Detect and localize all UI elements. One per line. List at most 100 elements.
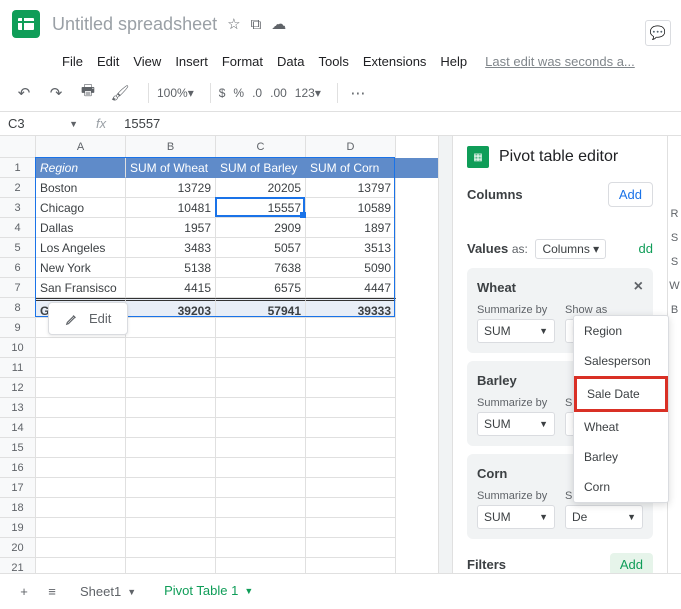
row-header[interactable]: 6 (0, 258, 36, 278)
row-header[interactable]: 9 (0, 318, 36, 338)
cell[interactable] (126, 458, 216, 478)
row-header[interactable]: 4 (0, 218, 36, 238)
cell[interactable] (216, 318, 306, 338)
cell[interactable]: 7638 (216, 258, 306, 278)
menu-format[interactable]: Format (222, 54, 263, 69)
add-sheet-button[interactable]: + (10, 578, 38, 606)
col-header-D[interactable]: D (306, 136, 396, 158)
cell[interactable]: 57941 (216, 298, 306, 318)
row-header[interactable]: 14 (0, 418, 36, 438)
format-percent[interactable]: % (233, 86, 244, 100)
cell[interactable]: SUM of Wheat (126, 158, 216, 178)
cell[interactable] (216, 458, 306, 478)
more-icon[interactable]: ⋯ (346, 81, 370, 105)
cell[interactable] (306, 538, 396, 558)
cell[interactable]: Chicago (36, 198, 126, 218)
cell[interactable]: 3513 (306, 238, 396, 258)
close-icon[interactable]: × (634, 278, 643, 296)
add-values-button[interactable]: dd (639, 241, 653, 256)
move-icon[interactable]: ⧉ (251, 16, 262, 33)
menu-file[interactable]: File (62, 54, 83, 69)
select-all-corner[interactable] (0, 136, 36, 158)
cell[interactable] (36, 418, 126, 438)
cell[interactable] (126, 438, 216, 458)
edit-flyout[interactable]: Edit (48, 302, 128, 335)
cell[interactable] (36, 338, 126, 358)
cell[interactable] (36, 478, 126, 498)
cell[interactable]: 13729 (126, 178, 216, 198)
values-mode-select[interactable]: Columns ▾ (535, 239, 606, 259)
cell[interactable] (306, 398, 396, 418)
field-option-barley[interactable]: Barley (574, 442, 668, 472)
menu-insert[interactable]: Insert (175, 54, 208, 69)
cell[interactable]: 15557 (216, 198, 306, 218)
cell[interactable] (306, 338, 396, 358)
row-header[interactable]: 19 (0, 518, 36, 538)
cell[interactable]: 13797 (306, 178, 396, 198)
row-header[interactable]: 15 (0, 438, 36, 458)
cell[interactable] (126, 478, 216, 498)
cell[interactable]: 2909 (216, 218, 306, 238)
row-header[interactable]: 20 (0, 538, 36, 558)
cell[interactable] (216, 538, 306, 558)
row-header[interactable]: 3 (0, 198, 36, 218)
cell[interactable] (216, 338, 306, 358)
format-123[interactable]: 123 ▾ (295, 86, 321, 100)
cell[interactable]: 5138 (126, 258, 216, 278)
cell[interactable] (306, 318, 396, 338)
all-sheets-button[interactable]: ≡ (38, 578, 66, 606)
col-header-B[interactable]: B (126, 136, 216, 158)
cell[interactable]: SUM of Barley (216, 158, 306, 178)
summarize-select[interactable]: SUM ▼ (477, 412, 555, 436)
cell[interactable] (126, 498, 216, 518)
menu-tools[interactable]: Tools (318, 54, 348, 69)
cell[interactable]: 5090 (306, 258, 396, 278)
summarize-select[interactable]: SUM ▼ (477, 319, 555, 343)
menu-view[interactable]: View (133, 54, 161, 69)
cell[interactable] (126, 418, 216, 438)
doc-title[interactable]: Untitled spreadsheet (52, 14, 217, 35)
cell[interactable] (36, 358, 126, 378)
star-icon[interactable]: ☆ (227, 15, 240, 33)
field-option-corn[interactable]: Corn (574, 472, 668, 502)
field-option-region[interactable]: Region (574, 316, 668, 346)
cell[interactable] (36, 378, 126, 398)
cell[interactable] (306, 438, 396, 458)
cell[interactable] (36, 438, 126, 458)
name-box[interactable]: C3▼ (0, 116, 86, 131)
cell[interactable]: 1897 (306, 218, 396, 238)
menu-edit[interactable]: Edit (97, 54, 119, 69)
format-dec0[interactable]: .0 (252, 86, 262, 100)
cell[interactable]: 20205 (216, 178, 306, 198)
cell[interactable] (216, 498, 306, 518)
cell[interactable]: 6575 (216, 278, 306, 298)
row-header[interactable]: 10 (0, 338, 36, 358)
sheets-logo[interactable] (12, 10, 40, 38)
cell[interactable]: 10481 (126, 198, 216, 218)
formula-bar[interactable]: 15557 (116, 116, 168, 131)
col-header-A[interactable]: A (36, 136, 126, 158)
showas-select[interactable]: De ▼ (565, 505, 643, 529)
redo-icon[interactable]: ↷ (44, 81, 68, 105)
cell[interactable] (126, 518, 216, 538)
cell[interactable]: 39333 (306, 298, 396, 318)
cell[interactable] (216, 378, 306, 398)
cell[interactable] (306, 498, 396, 518)
cell[interactable] (36, 498, 126, 518)
row-header[interactable]: 8 (0, 298, 36, 318)
print-icon[interactable]: 🖶 (76, 81, 100, 105)
row-header[interactable]: 11 (0, 358, 36, 378)
cell[interactable] (216, 518, 306, 538)
format-currency[interactable]: $ (219, 86, 226, 100)
cell[interactable] (126, 538, 216, 558)
cell[interactable] (216, 438, 306, 458)
cell[interactable]: 1957 (126, 218, 216, 238)
undo-icon[interactable]: ↶ (12, 81, 36, 105)
row-header[interactable]: 18 (0, 498, 36, 518)
row-header[interactable]: 2 (0, 178, 36, 198)
row-header[interactable]: 5 (0, 238, 36, 258)
cell[interactable]: Los Angeles (36, 238, 126, 258)
field-option-salesperson[interactable]: Salesperson (574, 346, 668, 376)
row-header[interactable]: 13 (0, 398, 36, 418)
spreadsheet-grid[interactable]: A B C D 1 Region SUM of Wheat SUM of Bar… (0, 136, 438, 606)
